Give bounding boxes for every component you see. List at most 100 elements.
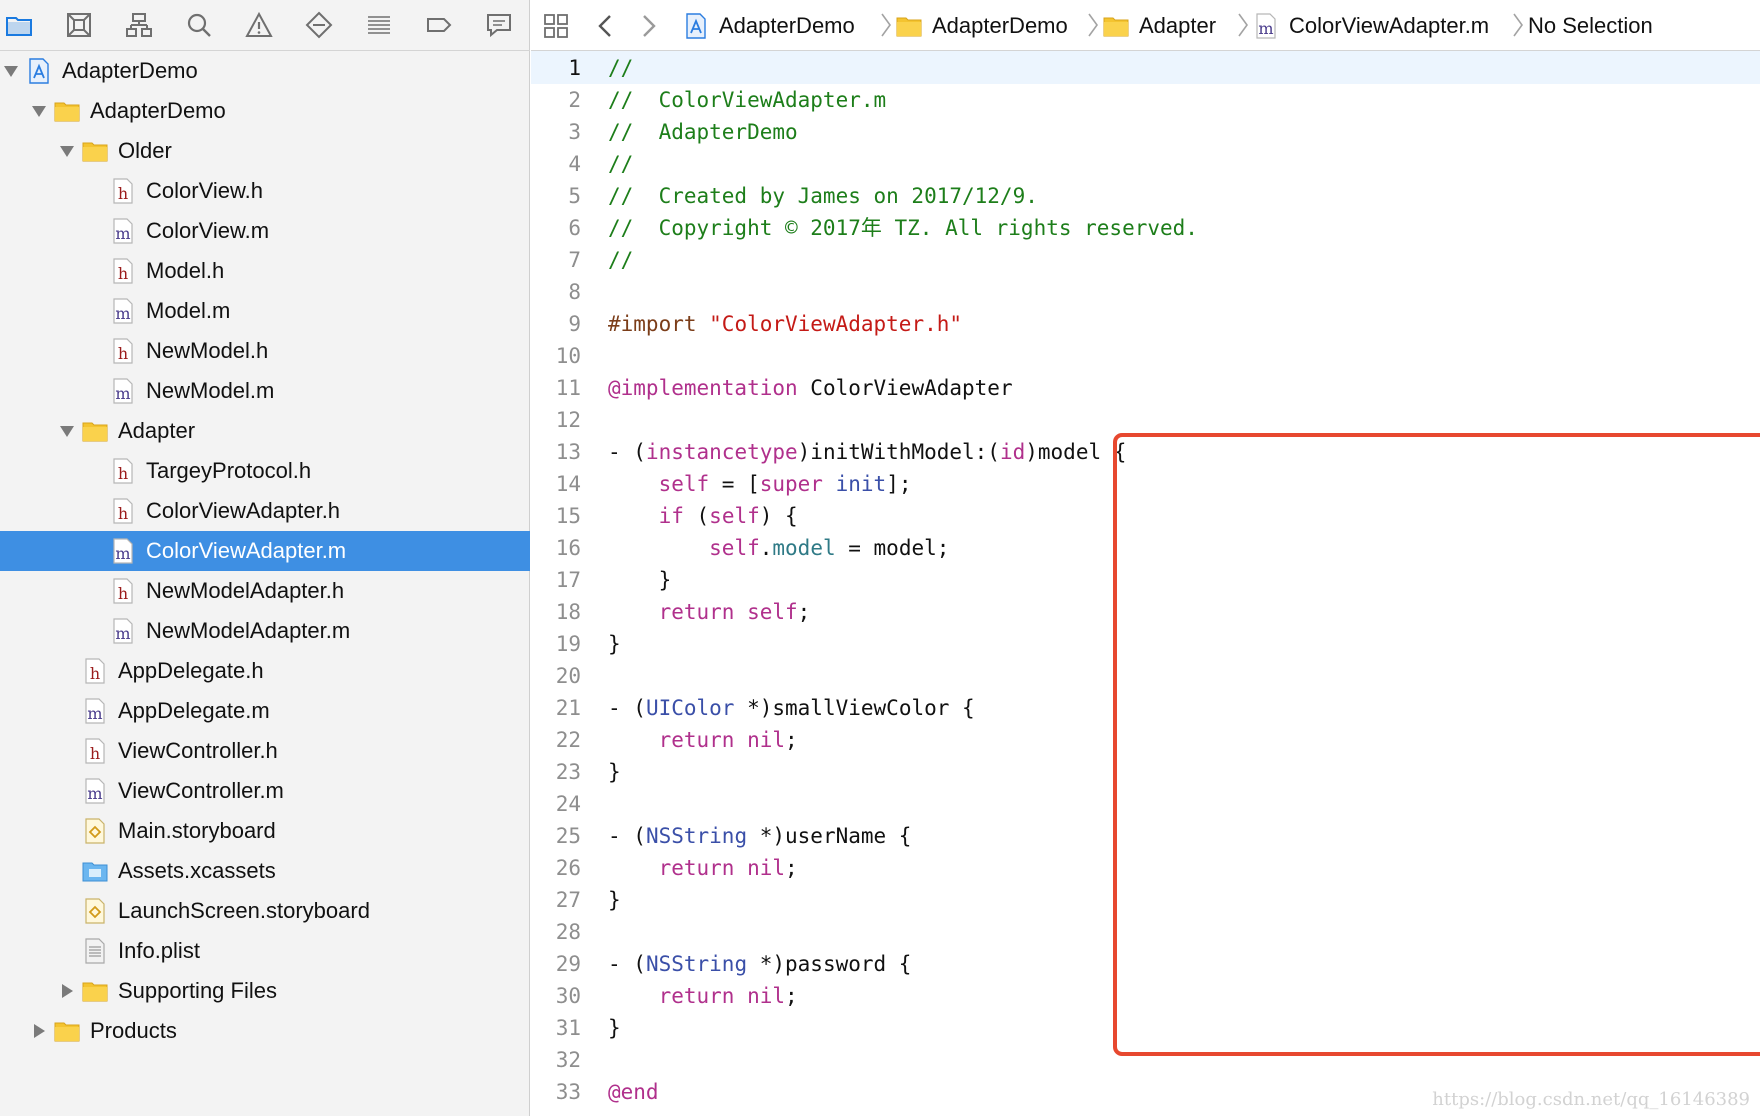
disclosure-expanded-icon[interactable]	[30, 102, 48, 120]
code-line[interactable]: 17 }	[531, 564, 1760, 596]
code-line[interactable]: 19}	[531, 628, 1760, 660]
line-number[interactable]: 16	[531, 532, 581, 564]
code-line[interactable]: 30 return nil;	[531, 980, 1760, 1012]
line-number[interactable]: 20	[531, 660, 581, 692]
code-line[interactable]: 11 @implementation ColorViewAdapter	[531, 372, 1760, 404]
source-control-icon[interactable]	[61, 7, 97, 43]
line-number[interactable]: 18	[531, 596, 581, 628]
code-line[interactable]: 18 return self;	[531, 596, 1760, 628]
line-number[interactable]: 15	[531, 500, 581, 532]
disclosure-expanded-icon[interactable]	[2, 62, 20, 80]
code-line[interactable]: 25 - (NSString *)userName {	[531, 820, 1760, 852]
hierarchy-icon[interactable]	[121, 7, 157, 43]
tree-item-model-h[interactable]: h Model.h	[0, 251, 530, 291]
line-number[interactable]: 3	[531, 116, 581, 148]
code-line[interactable]: 29 - (NSString *)password {	[531, 948, 1760, 980]
jumpbar-item-colorviewadapter-m[interactable]: m ColorViewAdapter.m	[1253, 0, 1489, 51]
code-line[interactable]: 3 // AdapterDemo	[531, 116, 1760, 148]
tree-item-colorview-m[interactable]: m ColorView.m	[0, 211, 530, 251]
code-line[interactable]: 2 // ColorViewAdapter.m	[531, 84, 1760, 116]
line-number[interactable]: 19	[531, 628, 581, 660]
disclosure-collapsed-icon[interactable]	[58, 982, 76, 1000]
line-number[interactable]: 7	[531, 244, 581, 276]
code-line[interactable]: 12	[531, 404, 1760, 436]
tree-item-adapter[interactable]: Adapter	[0, 411, 530, 451]
code-line[interactable]: 31}	[531, 1012, 1760, 1044]
tree-item-appdelegate-m[interactable]: m AppDelegate.m	[0, 691, 530, 731]
code-line[interactable]: 16 self.model = model;	[531, 532, 1760, 564]
search-icon[interactable]	[181, 7, 217, 43]
jumpbar-item-adapter[interactable]: Adapter	[1103, 0, 1216, 51]
line-number[interactable]: 14	[531, 468, 581, 500]
forward-arrow-icon[interactable]	[641, 0, 657, 51]
editor-grid-icon[interactable]	[543, 0, 569, 51]
code-line[interactable]: 9 #import "ColorViewAdapter.h"	[531, 308, 1760, 340]
tree-item-viewcontroller-m[interactable]: m ViewController.m	[0, 771, 530, 811]
code-line[interactable]: 15 if (self) {	[531, 500, 1760, 532]
line-number[interactable]: 22	[531, 724, 581, 756]
tree-item-adapterdemo[interactable]: AdapterDemo	[0, 91, 530, 131]
disclosure-expanded-icon[interactable]	[58, 422, 76, 440]
line-number[interactable]: 8	[531, 276, 581, 308]
tree-item-adapterdemo[interactable]: AdapterDemo	[0, 51, 530, 91]
line-number[interactable]: 6	[531, 212, 581, 244]
tree-item-supporting-files[interactable]: Supporting Files	[0, 971, 530, 1011]
tree-item-main-storyboard[interactable]: Main.storyboard	[0, 811, 530, 851]
line-number[interactable]: 12	[531, 404, 581, 436]
disclosure-expanded-icon[interactable]	[58, 142, 76, 160]
line-number[interactable]: 24	[531, 788, 581, 820]
tree-item-launchscreen-storyboard[interactable]: LaunchScreen.storyboard	[0, 891, 530, 931]
tree-item-assets-xcassets[interactable]: Assets.xcassets	[0, 851, 530, 891]
line-number[interactable]: 29	[531, 948, 581, 980]
back-arrow-icon[interactable]	[597, 0, 613, 51]
code-line[interactable]: 22 return nil;	[531, 724, 1760, 756]
jumpbar-item-adapterdemo[interactable]: AdapterDemo	[896, 0, 1068, 51]
list-icon[interactable]	[361, 7, 397, 43]
line-number[interactable]: 9	[531, 308, 581, 340]
line-number[interactable]: 26	[531, 852, 581, 884]
code-line[interactable]: 21 - (UIColor *)smallViewColor {	[531, 692, 1760, 724]
code-line[interactable]: 1 //	[531, 52, 1760, 84]
tree-item-older[interactable]: Older	[0, 131, 530, 171]
line-number[interactable]: 27	[531, 884, 581, 916]
line-number[interactable]: 31	[531, 1012, 581, 1044]
tree-item-info-plist[interactable]: Info.plist	[0, 931, 530, 971]
code-line[interactable]: 10	[531, 340, 1760, 372]
jumpbar-item-adapterdemo[interactable]: AdapterDemo	[683, 0, 855, 51]
line-number[interactable]: 4	[531, 148, 581, 180]
tree-item-newmodel-h[interactable]: h NewModel.h	[0, 331, 530, 371]
tree-item-targeyprotocol-h[interactable]: h TargeyProtocol.h	[0, 451, 530, 491]
code-line[interactable]: 13 - (instancetype)initWithModel:(id)mode…	[531, 436, 1760, 468]
tree-item-colorview-h[interactable]: h ColorView.h	[0, 171, 530, 211]
folder-icon[interactable]	[1, 7, 37, 43]
breakpoint-diamond-icon[interactable]	[301, 7, 337, 43]
code-line[interactable]: 4 //	[531, 148, 1760, 180]
code-line[interactable]: 20	[531, 660, 1760, 692]
jumpbar-item-no-selection[interactable]: No Selection	[1528, 0, 1653, 51]
line-number[interactable]: 25	[531, 820, 581, 852]
code-line[interactable]: 5 // Created by James on 2017/12/9.	[531, 180, 1760, 212]
line-number[interactable]: 2	[531, 84, 581, 116]
code-line[interactable]: 7 //	[531, 244, 1760, 276]
line-number[interactable]: 21	[531, 692, 581, 724]
code-line[interactable]: 23}	[531, 756, 1760, 788]
line-number[interactable]: 30	[531, 980, 581, 1012]
chat-bubble-icon[interactable]	[481, 7, 517, 43]
disclosure-collapsed-icon[interactable]	[30, 1022, 48, 1040]
tree-item-newmodel-m[interactable]: m NewModel.m	[0, 371, 530, 411]
code-line[interactable]: 8	[531, 276, 1760, 308]
warning-icon[interactable]	[241, 7, 277, 43]
tree-item-newmodeladapter-h[interactable]: h NewModelAdapter.h	[0, 571, 530, 611]
code-line[interactable]: 14 self = [super init];	[531, 468, 1760, 500]
line-number[interactable]: 5	[531, 180, 581, 212]
tree-item-newmodeladapter-m[interactable]: m NewModelAdapter.m	[0, 611, 530, 651]
line-number[interactable]: 23	[531, 756, 581, 788]
line-number[interactable]: 11	[531, 372, 581, 404]
tree-item-model-m[interactable]: m Model.m	[0, 291, 530, 331]
tree-item-colorviewadapter-h[interactable]: h ColorViewAdapter.h	[0, 491, 530, 531]
line-number[interactable]: 10	[531, 340, 581, 372]
tree-item-products[interactable]: Products	[0, 1011, 530, 1051]
line-number[interactable]: 32	[531, 1044, 581, 1076]
tag-icon[interactable]	[421, 7, 457, 43]
code-line[interactable]: 32	[531, 1044, 1760, 1076]
